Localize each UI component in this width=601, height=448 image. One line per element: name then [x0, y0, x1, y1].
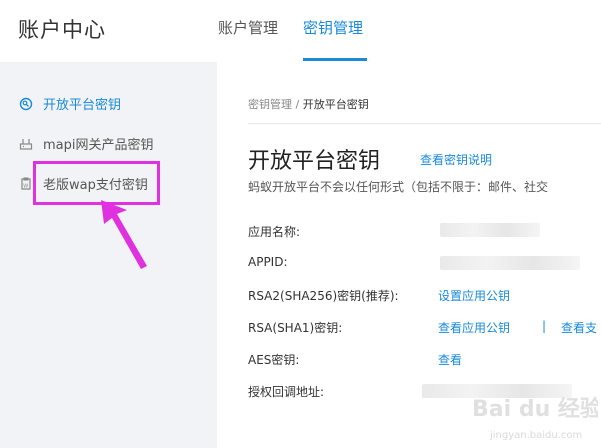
view-app-public-key-link[interactable]: 查看应用公钥	[438, 319, 510, 336]
gateway-icon	[18, 136, 34, 152]
key-search-icon	[18, 96, 34, 112]
field-label-callback-url: 授权回调地址:	[248, 385, 325, 399]
sidebar-item-mapi-gateway-keys[interactable]: mapi网关产品密钥	[18, 134, 154, 153]
field-label-rsa2-key: RSA2(SHA256)密钥(推荐):	[248, 289, 399, 303]
field-label-appid: APPID:	[248, 255, 288, 269]
app-title: 账户中心	[18, 18, 106, 42]
breadcrumb: 密钥管理 / 开放平台密钥	[248, 96, 369, 112]
annotation-arrow-icon	[101, 200, 147, 269]
field-value-appid	[440, 256, 580, 270]
field-label-aes-key: AES密钥:	[248, 353, 300, 367]
watermark-subtext: jingyan.baidu.com	[489, 430, 582, 441]
tab-account-management[interactable]: 账户管理	[218, 17, 278, 38]
divider	[248, 123, 601, 124]
active-tab-indicator	[303, 58, 367, 61]
wap-icon: W	[18, 176, 34, 192]
top-bar: 账户中心 账户管理 密钥管理	[0, 0, 601, 62]
set-app-public-key-link[interactable]: 设置应用公钥	[438, 287, 510, 304]
security-notice: 蚂蚁开放平台不会以任何形式（包括不限于：邮件、社交	[248, 180, 549, 194]
page-title: 开放平台密钥	[248, 149, 381, 174]
view-alipay-public-key-link[interactable]: 查看支	[561, 319, 597, 336]
tab-key-management[interactable]: 密钥管理	[303, 17, 363, 38]
breadcrumb-current: 开放平台密钥	[302, 98, 369, 111]
link-separator: |	[542, 319, 547, 333]
watermark-text: Bai du 经验	[472, 396, 598, 422]
view-aes-key-link[interactable]: 查看	[438, 351, 462, 368]
field-value-app-name	[440, 223, 540, 237]
view-key-help-link[interactable]: 查看密钥说明	[420, 151, 492, 168]
sidebar-item-label: 开放平台密钥	[43, 98, 122, 113]
field-label-rsa-key: RSA(SHA1)密钥:	[248, 321, 343, 335]
svg-text:W: W	[23, 183, 28, 189]
breadcrumb-separator: /	[295, 98, 300, 111]
sidebar-item-open-platform-keys[interactable]: 开放平台密钥	[18, 94, 121, 113]
baidu-jingyan-watermark: Bai du 经验 jingyan.baidu.com	[472, 396, 598, 441]
sidebar-item-label: mapi网关产品密钥	[43, 138, 154, 153]
breadcrumb-parent[interactable]: 密钥管理	[248, 98, 292, 111]
field-label-app-name: 应用名称:	[248, 225, 301, 239]
